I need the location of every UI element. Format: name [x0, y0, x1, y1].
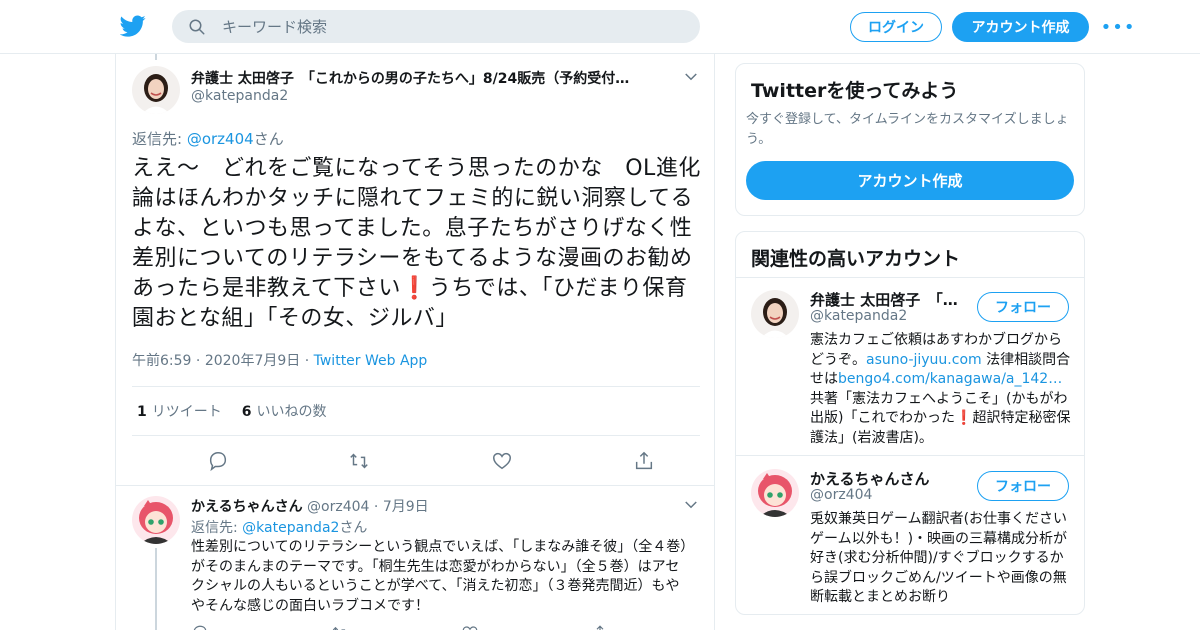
more-icon[interactable]: ••• — [1101, 16, 1135, 38]
retweet-icon[interactable] — [331, 624, 349, 630]
exclamation-emoji-icon: ❗ — [955, 410, 973, 426]
follow-button[interactable]: フォロー — [977, 471, 1069, 501]
reply-author-handle[interactable]: @orz404 — [307, 499, 369, 515]
signup-button[interactable]: アカウント作成 — [952, 12, 1089, 42]
bio-link[interactable]: bengo4.com/kanagawa/a_142… — [838, 371, 1062, 387]
account-bio: 憲法カフェご依頼はあすわかブログからどうぞ。asuno-jiyuu.com 法律… — [810, 331, 1072, 448]
profile-photo-icon — [751, 290, 799, 338]
reply-text: 性差別についてのリテラシーという観点でいえば、「しまなみ誰そ彼」（全４巻）がその… — [191, 539, 688, 614]
exclamation-emoji-icon: ❗ — [400, 276, 429, 301]
retweet-stat[interactable]: 1 リツイート — [137, 401, 222, 421]
reply-context: 返信先: @orz404さん — [132, 128, 284, 149]
account-bio: 兎奴兼英日ゲーム翻訳者(お仕事ください ゲーム以外も！)・映画の三幕構成分析が好… — [810, 511, 1068, 605]
account-handle[interactable]: @orz404 — [810, 487, 872, 503]
heart-icon[interactable] — [461, 624, 479, 630]
author-handle[interactable]: @katepanda2 — [191, 88, 288, 104]
like-count: 6 — [241, 404, 252, 420]
anime-avatar-icon — [751, 469, 799, 517]
search-box[interactable] — [172, 10, 700, 43]
avatar[interactable] — [132, 66, 180, 114]
avatar[interactable] — [132, 496, 180, 544]
reply-handle-link[interactable]: @katepanda2 — [242, 520, 339, 536]
account-handle[interactable]: @katepanda2 — [810, 308, 907, 324]
reply-author-name[interactable]: かえるちゃんさん — [191, 499, 303, 515]
tweet-metadata: 午前6:59 · 2020年7月9日 · Twitter Web App — [132, 353, 428, 369]
tweet-date[interactable]: 2020年7月9日 — [205, 353, 300, 369]
reply-header: かえるちゃんさん @orz404 · 7月9日 — [191, 496, 429, 516]
reply-icon[interactable] — [207, 450, 229, 472]
share-icon[interactable] — [633, 450, 655, 472]
related-account-item[interactable]: かえるちゃんさん @orz404 フォロー 兎奴兼英日ゲーム翻訳者(お仕事くださ… — [736, 457, 1084, 614]
top-navigation-bar: ログイン アカウント作成 ••• — [0, 0, 1200, 54]
tweet-actions — [132, 436, 700, 486]
chevron-down-icon[interactable] — [682, 496, 700, 514]
account-name[interactable]: かえるちゃんさん — [810, 468, 970, 489]
thread-connector — [155, 548, 157, 630]
tweet-source-link[interactable]: Twitter Web App — [314, 353, 428, 369]
retweet-count: 1 — [137, 404, 147, 420]
reply-actions — [191, 624, 691, 630]
reply-suffix: さん — [253, 130, 284, 148]
account-name[interactable]: 弁護士 太田啓子 「… — [810, 289, 970, 310]
heart-icon[interactable] — [491, 450, 513, 472]
like-stat[interactable]: 6 いいねの数 — [242, 401, 327, 421]
reply-prefix: 返信先: — [191, 520, 243, 536]
reply-suffix: さん — [339, 520, 368, 536]
reply-tweet[interactable]: かえるちゃんさん @orz404 · 7月9日 返信先: @katepanda2… — [116, 486, 714, 630]
login-button[interactable]: ログイン — [850, 12, 942, 42]
signup-prompt-card: Twitterを使ってみよう 今すぐ登録して、タイムラインをカスタマイズしましょ… — [735, 63, 1085, 216]
search-input[interactable] — [222, 10, 682, 43]
reply-prefix: 返信先: — [132, 130, 187, 148]
separator: · — [373, 499, 379, 515]
profile-photo-icon — [132, 66, 180, 114]
retweet-label: リツイート — [151, 404, 222, 420]
twitter-bird-icon[interactable] — [120, 13, 146, 39]
create-account-button[interactable]: アカウント作成 — [746, 161, 1074, 200]
search-icon — [189, 19, 205, 35]
signup-prompt-subtitle: 今すぐ登録して、タイムラインをカスタマイズしましょう。 — [746, 112, 1069, 147]
avatar[interactable] — [751, 290, 799, 338]
tweet-stats: 1 リツイート 6 いいねの数 — [132, 386, 700, 436]
tweet-time[interactable]: 午前6:59 — [132, 353, 191, 369]
thread-connector — [155, 54, 157, 60]
chevron-down-icon[interactable] — [682, 68, 700, 86]
reply-context: 返信先: @katepanda2さん — [191, 517, 367, 537]
reply-handle-link[interactable]: @orz404 — [187, 130, 254, 148]
signup-prompt-title: Twitterを使ってみよう — [751, 80, 959, 102]
share-icon[interactable] — [591, 624, 609, 630]
follow-button[interactable]: フォロー — [977, 292, 1069, 322]
retweet-icon[interactable] — [348, 450, 370, 472]
reply-date[interactable]: 7月9日 — [383, 499, 429, 515]
tweet-thread-column: 弁護士 太田啓子 「これからの男の子たちへ」8/24販売（予約受付… @kate… — [115, 54, 715, 630]
reply-icon[interactable] — [191, 624, 209, 630]
related-accounts-card: 関連性の高いアカウント 弁護士 太田啓子 「… @katepanda2 フォロー… — [735, 231, 1085, 615]
like-label: いいねの数 — [256, 404, 327, 420]
related-accounts-title: 関連性の高いアカウント — [751, 248, 961, 270]
anime-avatar-icon — [132, 496, 180, 544]
author-name[interactable]: 弁護士 太田啓子 「これからの男の子たちへ」8/24販売（予約受付… — [191, 68, 671, 88]
tweet-text: ええ～ どれをご覧になってそう思ったのかな OL進化論はほんわかタッチに隠れてフ… — [132, 154, 702, 334]
related-account-item[interactable]: 弁護士 太田啓子 「… @katepanda2 フォロー 憲法カフェご依頼はあす… — [736, 278, 1084, 456]
avatar[interactable] — [751, 469, 799, 517]
bio-link[interactable]: asuno-jiyuu.com — [866, 352, 982, 368]
